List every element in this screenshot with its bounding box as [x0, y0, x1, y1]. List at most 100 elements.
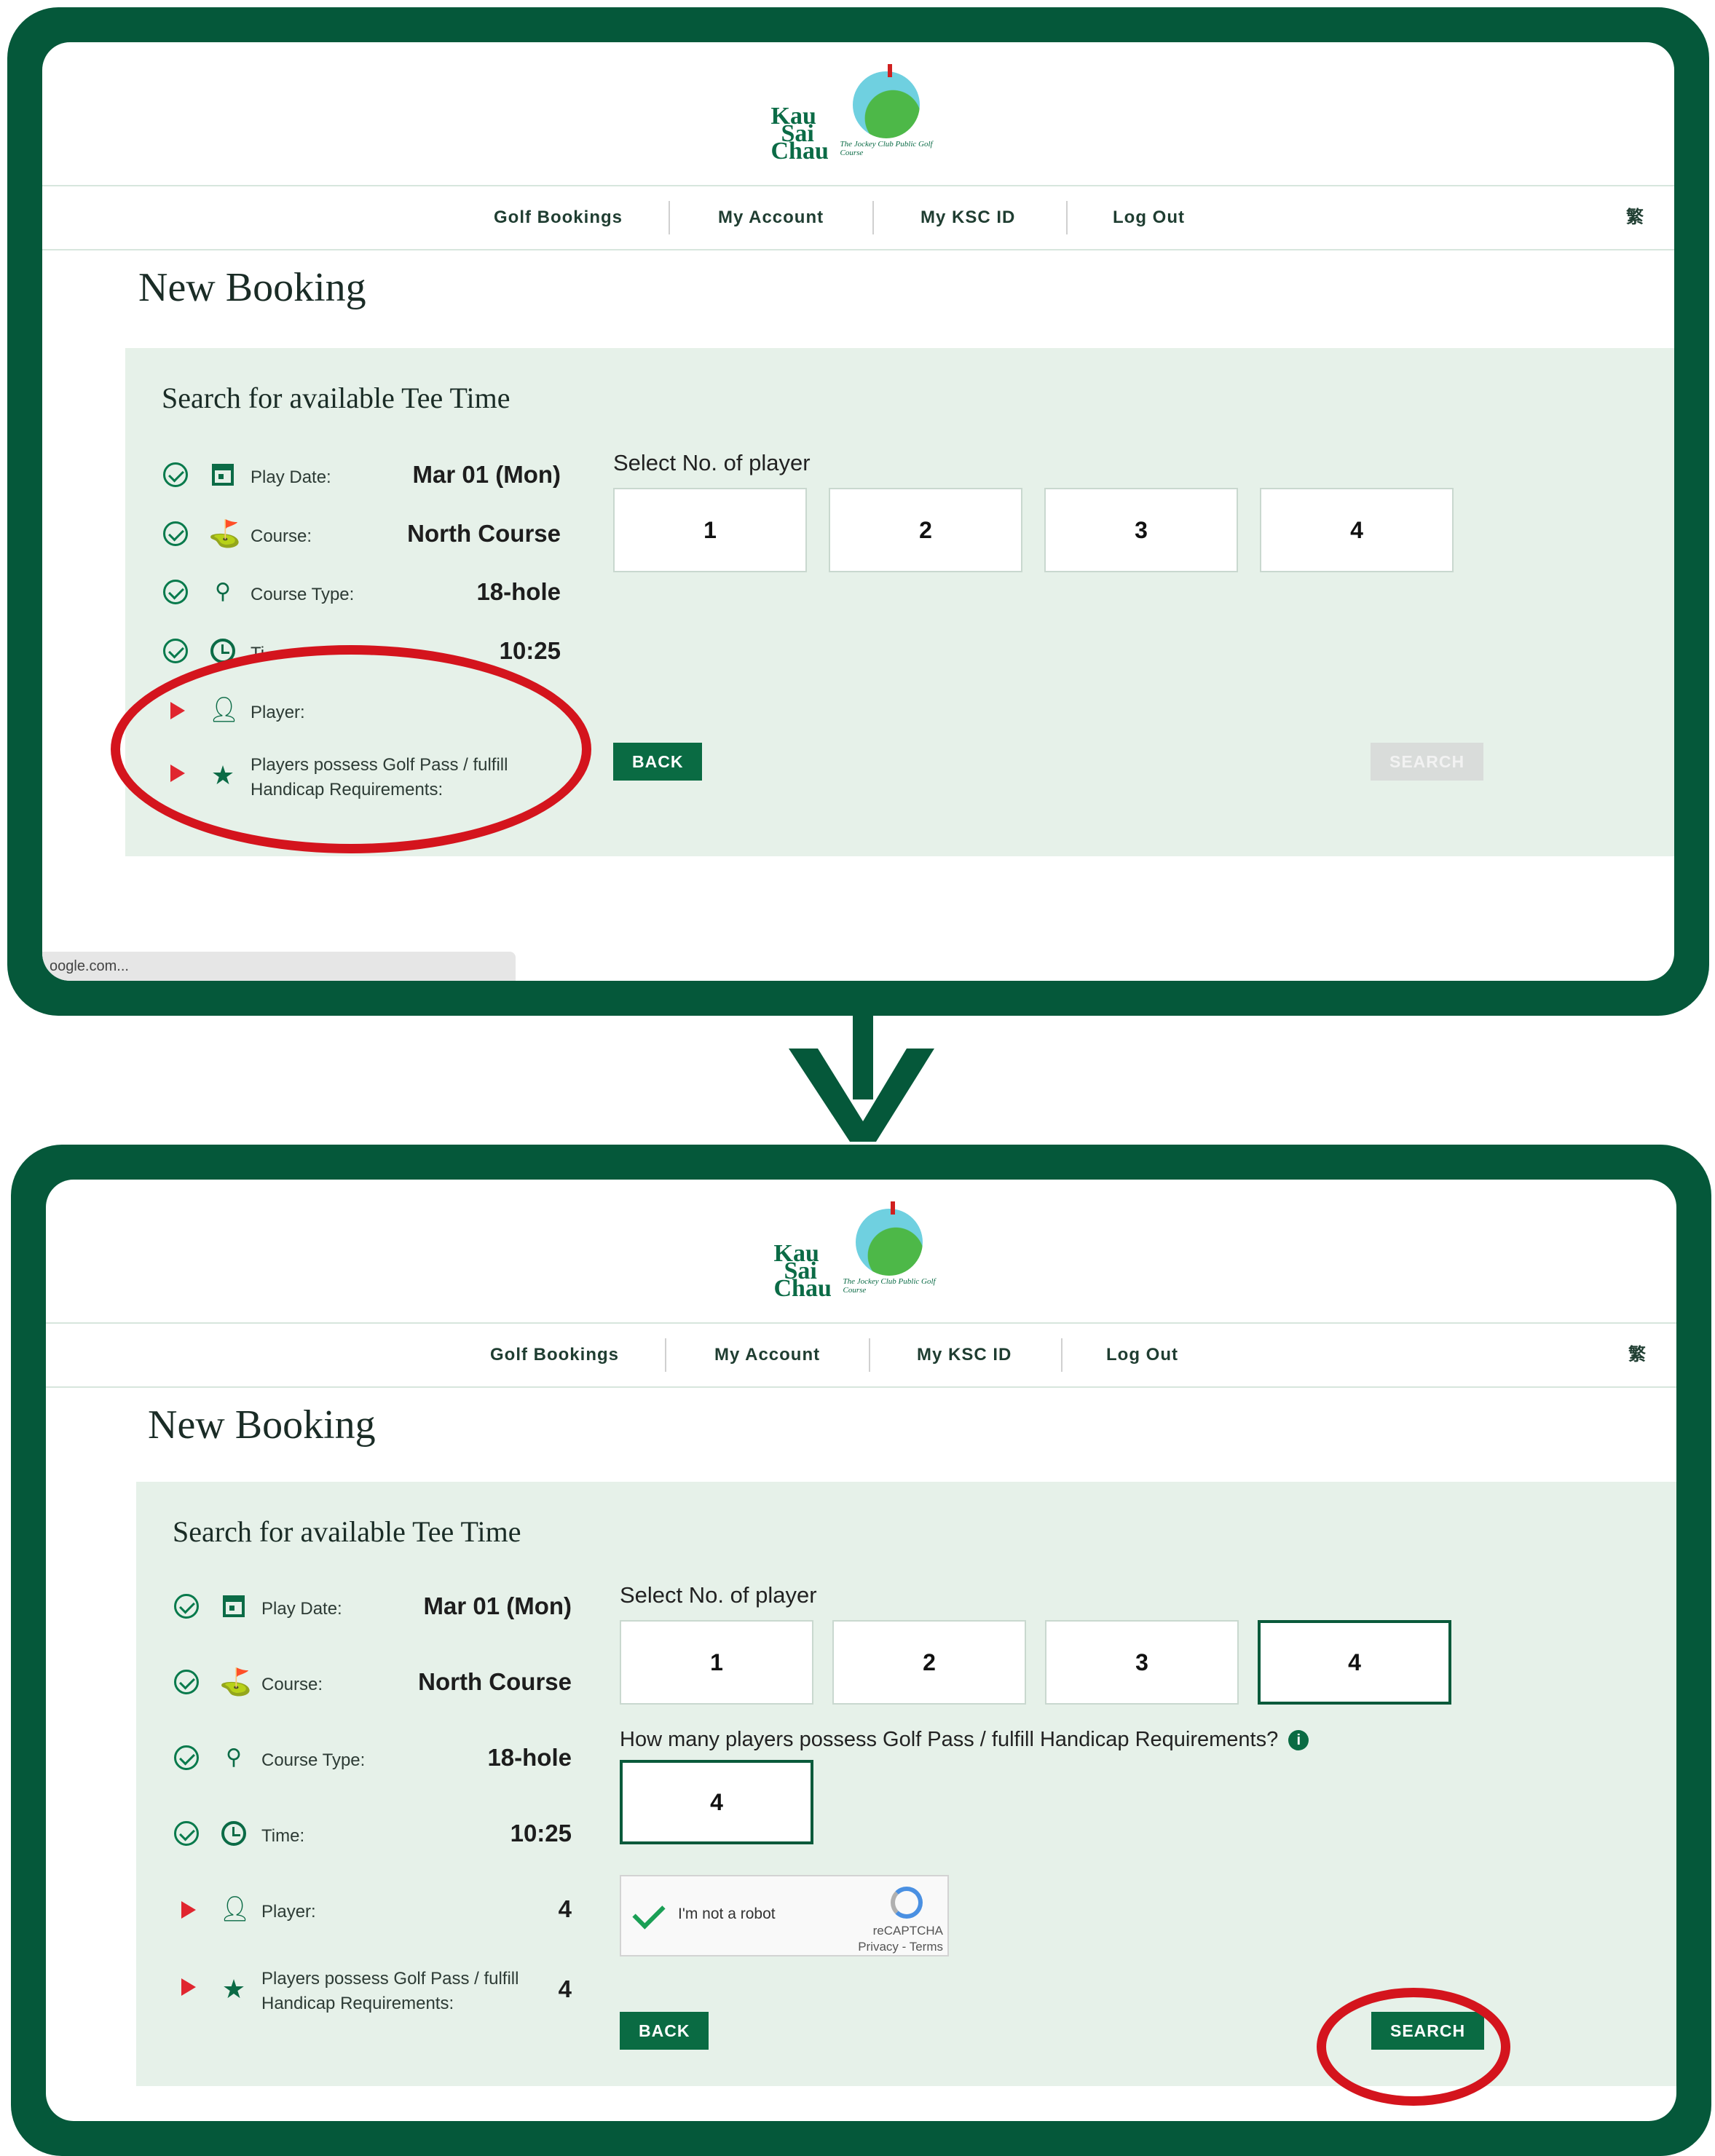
player-label: Player:	[261, 1902, 316, 1922]
nav-golf-bookings[interactable]: Golf Bookings	[490, 1324, 619, 1386]
highlight-circle-player-fields	[111, 645, 591, 853]
browser-viewport-before: Kau Sai Chau The Jockey Club Public Golf…	[42, 42, 1674, 981]
search-button-disabled[interactable]: SEARCH	[1371, 743, 1484, 781]
course-type-value: 18-hole	[476, 578, 561, 605]
calendar-icon	[208, 459, 237, 490]
language-toggle[interactable]: 繁	[1628, 1324, 1646, 1386]
summary-row-course: ⛳ Course: North Course	[174, 1667, 572, 1700]
summary-row-golf-pass: ★ Players possess Golf Pass / fulfill Ha…	[174, 1961, 572, 2019]
check-circle-icon	[163, 462, 188, 487]
nav-divider	[1061, 1338, 1062, 1372]
language-toggle[interactable]: 繁	[1626, 186, 1644, 249]
recaptcha-privacy-terms[interactable]: Privacy - Terms	[858, 1939, 943, 1955]
clock-icon	[219, 1818, 248, 1849]
player-option-2[interactable]: 2	[832, 1620, 1026, 1705]
course-value: North Course	[418, 1668, 572, 1695]
select-player-label: Select No. of player	[620, 1582, 817, 1608]
course-label: Course:	[251, 526, 312, 546]
person-icon: 👤︎	[219, 1895, 251, 1923]
summary-row-play-date: Play Date: Mar 01 (Mon)	[174, 1591, 572, 1624]
page-title: New Booking	[138, 265, 366, 310]
nav-divider	[869, 1338, 870, 1372]
player-option-3[interactable]: 3	[1045, 1620, 1239, 1705]
course-type-label: Course Type:	[251, 585, 355, 604]
summary-row-time: Time: 10:25	[174, 1818, 572, 1852]
nav-my-account[interactable]: My Account	[714, 1324, 820, 1386]
ksc-logo[interactable]: Kau Sai Chau The Jockey Club Public Golf…	[774, 1201, 949, 1307]
time-value: 10:25	[510, 1820, 572, 1847]
course-label: Course:	[261, 1675, 323, 1694]
player-option-1[interactable]: 1	[613, 488, 807, 572]
select-player-label: Select No. of player	[613, 450, 811, 475]
star-icon: ★	[221, 1974, 246, 2004]
golf-flag-icon: ⛳	[219, 1667, 252, 1697]
play-date-label: Play Date:	[261, 1599, 342, 1619]
screenshot-frame-before: Kau Sai Chau The Jockey Club Public Golf…	[7, 7, 1709, 1016]
pending-arrow-icon	[181, 1901, 196, 1919]
course-type-label: Course Type:	[261, 1750, 366, 1770]
info-icon[interactable]: i	[1288, 1730, 1309, 1751]
logo-subtitle: The Jockey Club Public Golf Course	[840, 140, 933, 157]
golf-tee-icon: ⚲	[226, 1745, 242, 1769]
browser-viewport-after: Kau Sai Chau The Jockey Club Public Golf…	[46, 1180, 1676, 2121]
pending-arrow-icon	[181, 1978, 196, 1996]
screenshot-frame-after: Kau Sai Chau The Jockey Club Public Golf…	[11, 1145, 1711, 2156]
player-option-2[interactable]: 2	[829, 488, 1022, 572]
check-circle-icon	[174, 1594, 199, 1619]
check-circle-icon	[174, 1670, 199, 1694]
recaptcha-brand: reCAPTCHA Privacy - Terms	[858, 1923, 943, 1955]
player-option-4[interactable]: 4	[1260, 488, 1454, 572]
player-option-1[interactable]: 1	[620, 1620, 813, 1705]
golf-pass-option-selected[interactable]: 4	[620, 1760, 813, 1844]
nav-my-ksc-id[interactable]: My KSC ID	[917, 1324, 1012, 1386]
time-value: 10:25	[499, 637, 561, 664]
golf-pass-value: 4	[558, 1975, 572, 2002]
golf-flag-icon: ⛳	[208, 518, 241, 548]
nav-divider	[1066, 201, 1068, 234]
check-circle-icon	[163, 580, 188, 604]
check-circle-icon	[163, 521, 188, 546]
course-value: North Course	[407, 520, 561, 547]
summary-row-course-type: ⚲ Course Type: 18-hole	[174, 1742, 572, 1776]
flag-icon	[887, 64, 892, 77]
summary-row-course: ⛳ Course: North Course	[163, 518, 561, 552]
check-circle-icon	[174, 1821, 199, 1846]
recaptcha-widget[interactable]: I'm not a robot reCAPTCHA Privacy - Term…	[620, 1875, 949, 1956]
nav-divider	[669, 201, 670, 234]
summary-row-player: 👤︎ Player: 4	[174, 1894, 572, 1927]
down-arrow-icon	[789, 1012, 934, 1142]
player-option-3[interactable]: 3	[1044, 488, 1238, 572]
play-date-label: Play Date:	[251, 467, 331, 487]
golf-pass-label: Players possess Golf Pass / fulfill Hand…	[261, 1969, 519, 2013]
player-option-4-selected[interactable]: 4	[1258, 1620, 1451, 1705]
check-circle-icon	[163, 639, 188, 663]
back-button[interactable]: BACK	[613, 743, 703, 781]
ksc-logo[interactable]: Kau Sai Chau The Jockey Club Public Golf…	[771, 64, 946, 170]
summary-row-course-type: ⚲ Course Type: 18-hole	[163, 577, 561, 610]
golf-tee-icon: ⚲	[215, 580, 231, 604]
golf-globe-icon	[855, 1209, 923, 1276]
flag-icon	[890, 1201, 895, 1215]
recaptcha-logo-icon	[891, 1887, 923, 1919]
recaptcha-brand-name: reCAPTCHA	[872, 1924, 943, 1938]
checkmark-icon[interactable]	[632, 1896, 666, 1930]
panel-title: Search for available Tee Time	[173, 1515, 521, 1548]
summary-row-play-date: Play Date: Mar 01 (Mon)	[163, 459, 561, 493]
back-button[interactable]: BACK	[620, 2012, 709, 2050]
player-value: 4	[558, 1895, 572, 1922]
nav-log-out[interactable]: Log Out	[1106, 1324, 1178, 1386]
play-date-value: Mar 01 (Mon)	[423, 1592, 572, 1619]
browser-status-url: oogle.com...	[42, 952, 516, 981]
calendar-icon	[219, 1591, 248, 1622]
panel-title: Search for available Tee Time	[162, 382, 510, 414]
nav-my-ksc-id[interactable]: My KSC ID	[920, 186, 1015, 249]
time-label: Time:	[261, 1826, 305, 1846]
nav-my-account[interactable]: My Account	[718, 186, 824, 249]
check-circle-icon	[174, 1745, 199, 1770]
play-date-value: Mar 01 (Mon)	[412, 461, 561, 488]
nav-golf-bookings[interactable]: Golf Bookings	[494, 186, 623, 249]
page-title: New Booking	[148, 1402, 376, 1448]
nav-log-out[interactable]: Log Out	[1113, 186, 1185, 249]
nav-divider	[872, 201, 874, 234]
recaptcha-label: I'm not a robot	[678, 1906, 776, 1922]
